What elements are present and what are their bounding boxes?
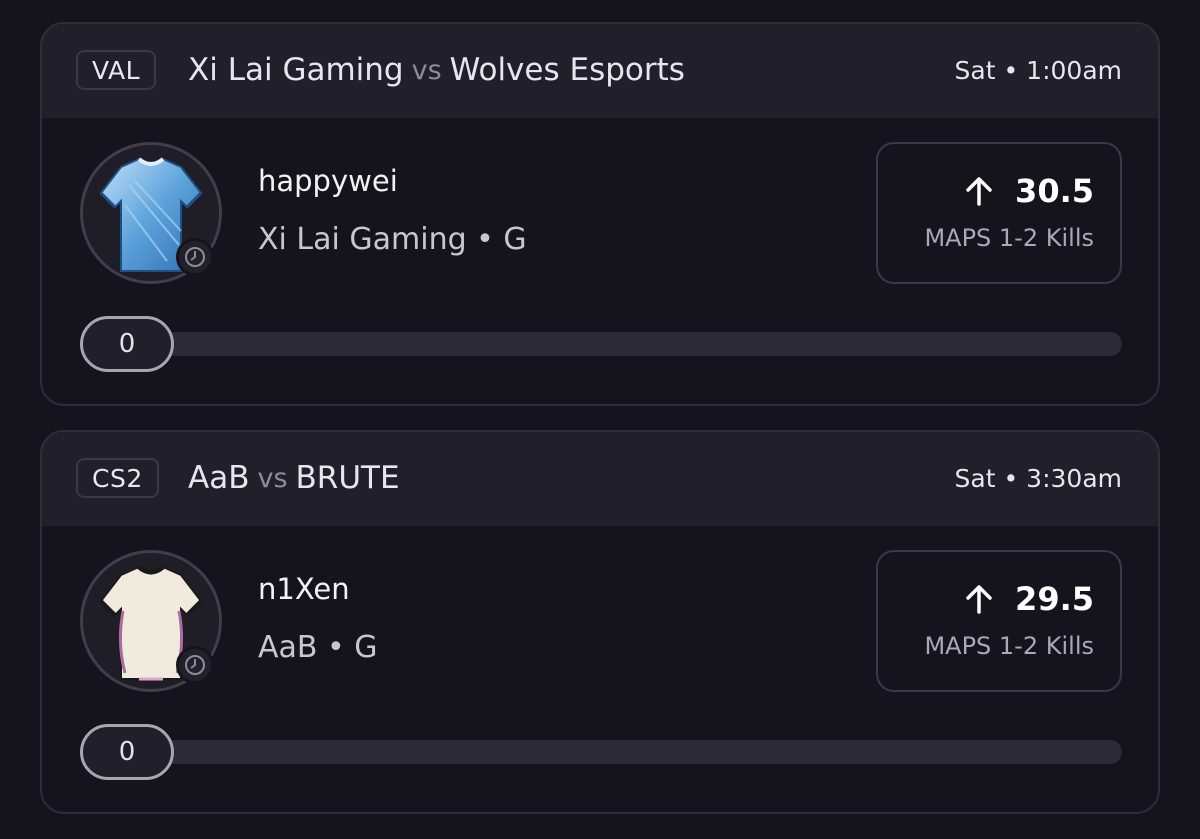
team-b-name: BRUTE bbox=[295, 460, 400, 496]
team-b-name: Wolves Esports bbox=[449, 52, 685, 88]
arrow-up-icon bbox=[966, 177, 992, 206]
projection-value-row: 29.5 bbox=[965, 580, 1094, 618]
prop-card[interactable]: VAL Xi Lai Gaming vs Wolves Esports Sat … bbox=[40, 22, 1160, 406]
clock-icon bbox=[176, 646, 214, 684]
player-team-position: AaB • G bbox=[258, 630, 378, 665]
vs-label: vs bbox=[411, 54, 442, 86]
team-a-name: AaB bbox=[188, 460, 250, 496]
match-header: CS2 AaB vs BRUTE Sat • 3:30am bbox=[42, 432, 1158, 526]
projection-box[interactable]: 29.5 MAPS 1-2 Kills bbox=[876, 550, 1122, 692]
team-a-name: Xi Lai Gaming bbox=[188, 52, 404, 88]
matchup-title: Xi Lai Gaming vs Wolves Esports bbox=[188, 50, 685, 90]
league-badge: CS2 bbox=[76, 458, 159, 498]
projection-box[interactable]: 30.5 MAPS 1-2 Kills bbox=[876, 142, 1122, 284]
projection-value: 29.5 bbox=[1015, 580, 1094, 618]
match-time: Sat • 3:30am bbox=[954, 463, 1122, 493]
projection-stat: MAPS 1-2 Kills bbox=[924, 632, 1094, 660]
progress-track bbox=[80, 740, 1122, 764]
projection-value-row: 30.5 bbox=[965, 172, 1094, 210]
clock-icon bbox=[176, 238, 214, 276]
match-time: Sat • 1:00am bbox=[954, 55, 1122, 85]
player-name: n1Xen bbox=[258, 572, 350, 606]
prop-card[interactable]: CS2 AaB vs BRUTE Sat • 3:30am n1Xen AaB … bbox=[40, 430, 1160, 814]
progress-value: 0 bbox=[80, 724, 174, 780]
projection-stat: MAPS 1-2 Kills bbox=[924, 224, 1094, 252]
match-header: VAL Xi Lai Gaming vs Wolves Esports Sat … bbox=[42, 24, 1158, 118]
projection-value: 30.5 bbox=[1015, 172, 1094, 210]
progress-track bbox=[80, 332, 1122, 356]
vs-label: vs bbox=[257, 462, 288, 494]
player-name: happywei bbox=[258, 164, 398, 198]
player-team-position: Xi Lai Gaming • G bbox=[258, 222, 527, 257]
league-badge: VAL bbox=[76, 50, 157, 90]
matchup-title: AaB vs BRUTE bbox=[188, 458, 400, 498]
progress-value: 0 bbox=[80, 316, 174, 372]
arrow-up-icon bbox=[966, 585, 992, 614]
